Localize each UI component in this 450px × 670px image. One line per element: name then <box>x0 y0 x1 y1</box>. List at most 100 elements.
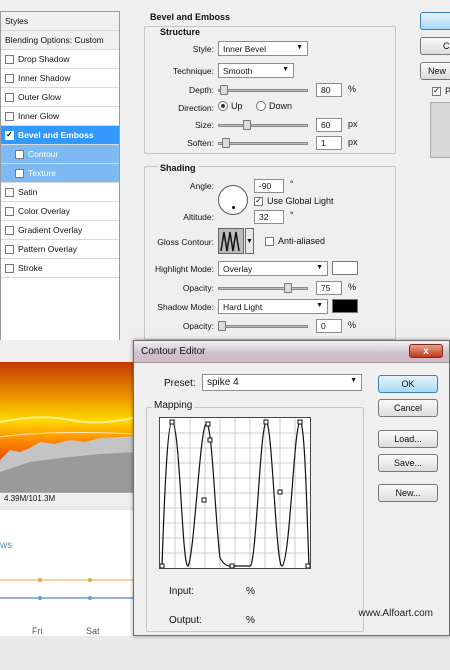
color-overlay-item[interactable]: Color Overlay <box>1 202 119 221</box>
global-light-option[interactable]: ✓ Use Global Light <box>254 196 334 206</box>
direction-up-option[interactable]: Up <box>218 101 243 111</box>
contour-graph[interactable] <box>159 417 311 569</box>
new-style-button[interactable]: New <box>420 62 450 80</box>
highlight-opacity-slider-thumb[interactable] <box>284 283 292 293</box>
size-label: Size: <box>195 120 214 130</box>
stroke-checkbox[interactable] <box>5 263 14 273</box>
satin-item[interactable]: Satin <box>1 183 119 202</box>
size-input[interactable]: 60 <box>316 118 342 132</box>
cancel-button[interactable]: Cancel <box>378 399 438 417</box>
angle-input[interactable]: -90 <box>254 179 284 193</box>
shadow-color-swatch[interactable] <box>332 299 358 313</box>
status-bar: 4.39M/101.3M <box>0 492 137 506</box>
highlight-color-swatch[interactable] <box>332 261 358 275</box>
highlight-mode-select[interactable]: Overlay ▼ <box>218 261 328 276</box>
pattern-overlay-item[interactable]: Pattern Overlay <box>1 240 119 259</box>
depth-slider[interactable] <box>218 89 308 92</box>
gloss-contour-thumbnail[interactable] <box>218 228 244 254</box>
preset-select[interactable]: spike 4 ▼ <box>202 374 362 391</box>
direction-up-radio[interactable] <box>218 101 228 111</box>
altitude-input[interactable]: 32 <box>254 210 284 224</box>
texture-checkbox[interactable] <box>15 168 24 178</box>
stroke-item[interactable]: Stroke <box>1 259 119 278</box>
canvas-image <box>0 362 137 492</box>
inner-shadow-checkbox[interactable] <box>5 73 14 83</box>
direction-down-option[interactable]: Down <box>256 101 292 111</box>
save-button[interactable]: Save... <box>378 454 438 472</box>
contour-editor-titlebar[interactable]: Contour Editor x <box>134 341 449 363</box>
global-light-label: Use Global Light <box>267 196 334 206</box>
shadow-opacity-slider-thumb[interactable] <box>218 321 226 331</box>
outer-glow-checkbox[interactable] <box>5 92 14 102</box>
preview-label: P <box>445 86 450 96</box>
bevel-emboss-checkbox[interactable]: ✓ <box>5 130 14 140</box>
angle-dial[interactable] <box>218 185 248 215</box>
contour-item[interactable]: Contour <box>1 145 119 164</box>
new-button[interactable]: New... <box>378 484 438 502</box>
outer-glow-item[interactable]: Outer Glow <box>1 88 119 107</box>
contour-checkbox[interactable] <box>15 149 24 159</box>
soften-slider-thumb[interactable] <box>222 138 230 148</box>
texture-item[interactable]: Texture <box>1 164 119 183</box>
drop-shadow-item[interactable]: Drop Shadow <box>1 50 119 69</box>
technique-select[interactable]: Smooth ▼ <box>218 63 294 78</box>
shadow-opacity-slider[interactable] <box>218 325 308 328</box>
inner-glow-checkbox[interactable] <box>5 111 14 121</box>
highlight-opacity-slider[interactable] <box>218 287 308 290</box>
preview-checkbox[interactable]: ✓ <box>432 86 441 96</box>
status-text: 4.39M/101.3M <box>4 494 56 503</box>
gradient-overlay-checkbox[interactable] <box>5 225 14 235</box>
size-slider-thumb[interactable] <box>243 120 251 130</box>
highlight-opacity-label: Opacity: <box>182 283 214 293</box>
preview-option[interactable]: ✓ P <box>432 86 450 96</box>
depth-input[interactable]: 80 <box>316 83 342 97</box>
gloss-contour-dropdown-icon[interactable]: ▼ <box>245 228 254 254</box>
canvas-artwork <box>0 416 137 492</box>
shadow-opacity-input[interactable]: 0 <box>316 319 342 333</box>
shadow-mode-dropdown-arrow-icon: ▼ <box>316 302 323 309</box>
layer-style-cancel-button[interactable]: C <box>420 37 450 55</box>
contour-label: Contour <box>28 149 59 159</box>
inner-glow-item[interactable]: Inner Glow <box>1 107 119 126</box>
styles-header[interactable]: Styles <box>1 12 119 31</box>
layer-style-ok-button[interactable] <box>420 12 450 30</box>
style-dropdown-arrow-icon: ▼ <box>296 44 303 51</box>
global-light-checkbox[interactable]: ✓ <box>254 196 263 206</box>
ok-button[interactable]: OK <box>378 375 438 393</box>
satin-checkbox[interactable] <box>5 187 14 197</box>
inner-glow-label: Inner Glow <box>18 111 60 121</box>
preset-dropdown-arrow-icon: ▼ <box>350 377 357 384</box>
direction-down-radio[interactable] <box>256 101 266 111</box>
pattern-overlay-checkbox[interactable] <box>5 244 14 254</box>
technique-label: Technique: <box>172 66 214 76</box>
chart-partial-label: ws <box>0 540 13 551</box>
gradient-overlay-item[interactable]: Gradient Overlay <box>1 221 119 240</box>
gloss-contour-preview-icon <box>219 229 243 253</box>
color-overlay-checkbox[interactable] <box>5 206 14 216</box>
highlight-opacity-input[interactable]: 75 <box>316 281 342 295</box>
blending-options-item[interactable]: Blending Options: Custom <box>1 31 119 50</box>
inner-shadow-item[interactable]: Inner Shadow <box>1 69 119 88</box>
shadow-mode-value: Hard Light <box>223 302 263 312</box>
mapping-title: Mapping <box>152 400 195 411</box>
preset-label: Preset: <box>164 378 196 389</box>
close-icon[interactable]: x <box>409 344 443 358</box>
shadow-mode-select[interactable]: Hard Light ▼ <box>218 299 328 314</box>
contour-curve <box>159 418 311 569</box>
shading-title: Shading <box>158 163 198 173</box>
shadow-mode-label: Shadow Mode: <box>157 302 214 312</box>
soften-input[interactable]: 1 <box>316 136 342 150</box>
gloss-contour-label: Gloss Contour: <box>157 237 214 247</box>
load-button[interactable]: Load... <box>378 430 438 448</box>
soften-label: Soften: <box>187 138 214 148</box>
depth-slider-thumb[interactable] <box>220 85 228 95</box>
drop-shadow-checkbox[interactable] <box>5 54 14 64</box>
bevel-emboss-item[interactable]: ✓ Bevel and Emboss <box>1 126 119 145</box>
style-select[interactable]: Inner Bevel ▼ <box>218 41 308 56</box>
size-slider[interactable] <box>218 124 308 127</box>
anti-aliased-checkbox[interactable] <box>265 236 274 246</box>
soften-slider[interactable] <box>218 142 308 145</box>
anti-aliased-option[interactable]: Anti-aliased <box>265 236 325 246</box>
highlight-mode-dropdown-arrow-icon: ▼ <box>316 264 323 271</box>
direction-down-label: Down <box>269 101 293 111</box>
